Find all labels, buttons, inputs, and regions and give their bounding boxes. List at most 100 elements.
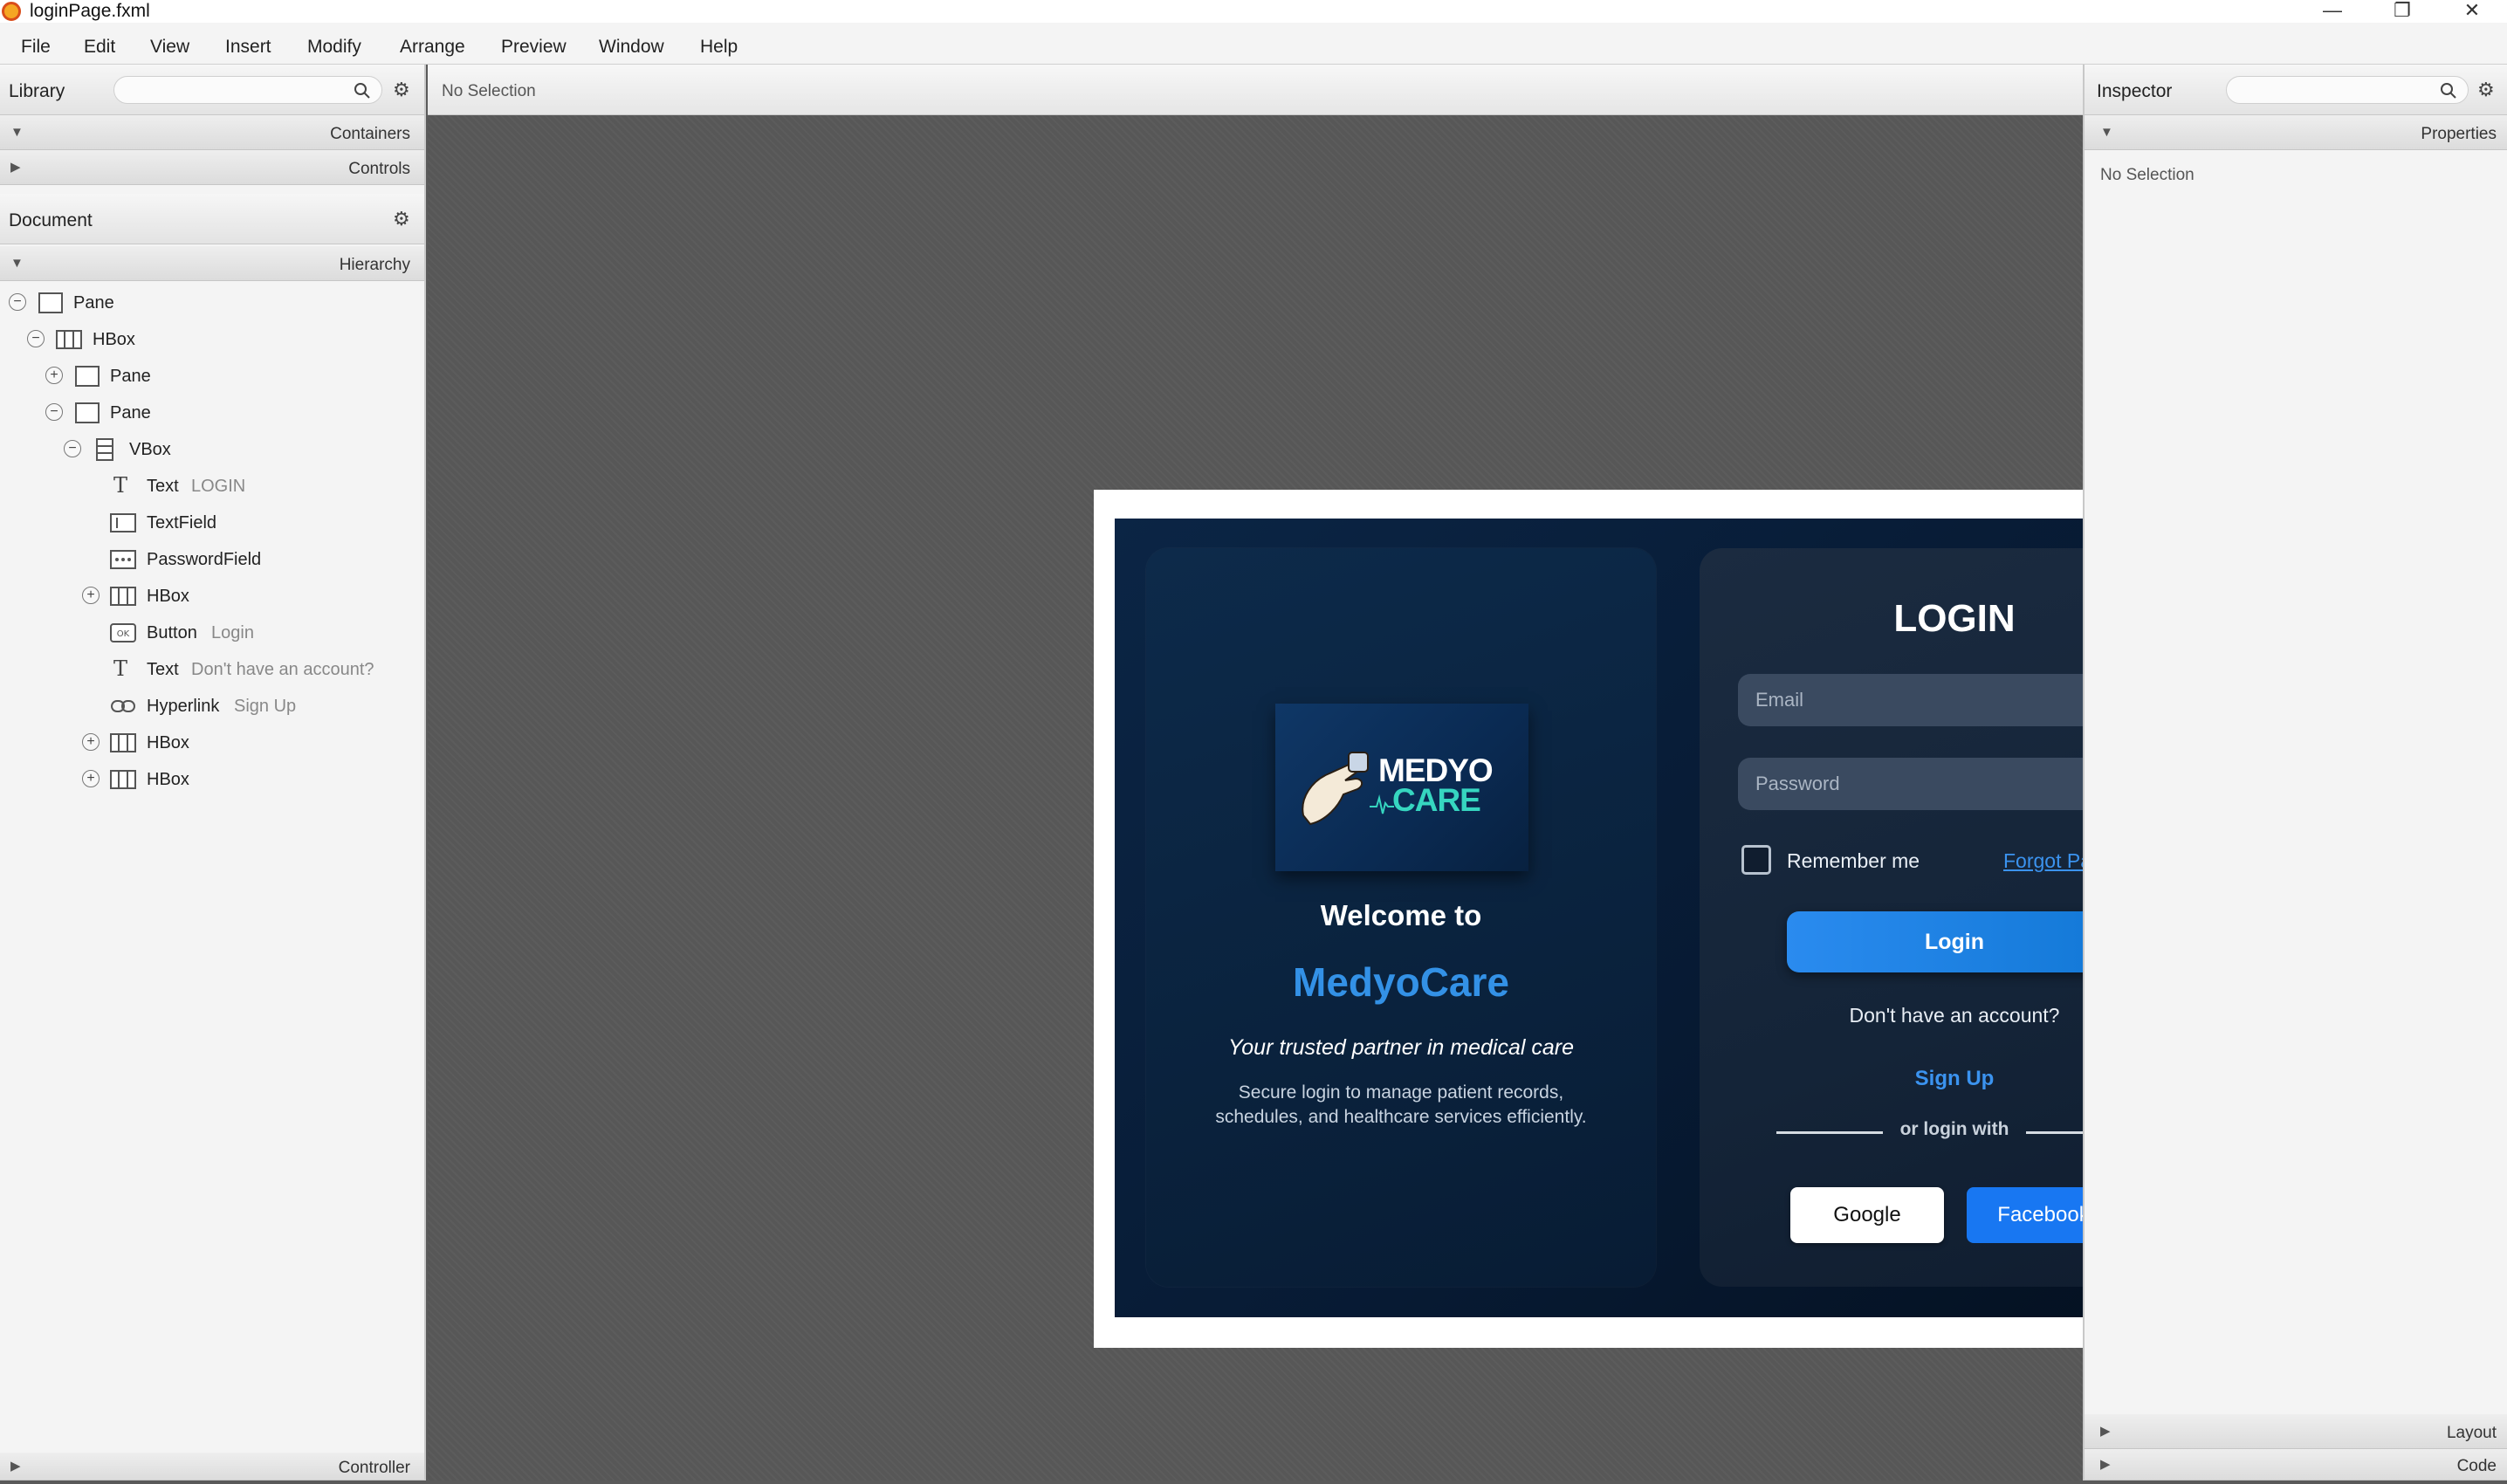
button-icon: OK — [110, 623, 136, 642]
menu-view[interactable]: View — [150, 23, 189, 65]
hbox-icon — [110, 770, 136, 789]
tree-item-detail: Don't have an account? — [191, 660, 374, 679]
layout-section[interactable]: ▶ Layout — [2085, 1414, 2507, 1449]
menu-arrange[interactable]: Arrange — [400, 23, 465, 65]
tree-item-detail: Sign Up — [234, 697, 297, 716]
tree-item-hbox[interactable]: + HBox — [0, 761, 424, 798]
search-icon — [354, 83, 370, 99]
tree-item-pane[interactable]: + Pane — [0, 358, 424, 395]
library-header: Library ⚙ — [0, 65, 424, 115]
tree-item-text[interactable]: T Text Don't have an account? — [0, 651, 424, 688]
library-gear-icon[interactable]: ⚙ — [393, 79, 410, 101]
tree-item-pane[interactable]: − Pane — [0, 285, 424, 321]
collapse-toggle-icon[interactable]: − — [45, 403, 63, 421]
section-label: Code — [2456, 1457, 2497, 1475]
expand-toggle-icon[interactable]: + — [82, 770, 100, 787]
tree-item-hbox[interactable]: − HBox — [0, 321, 424, 358]
logo-text-care: CARE — [1392, 782, 1481, 818]
tree-item-hyperlink[interactable]: Hyperlink Sign Up — [0, 688, 424, 725]
close-icon[interactable]: ✕ — [2437, 0, 2507, 23]
menu-modify[interactable]: Modify — [307, 23, 361, 65]
svg-text:OK: OK — [117, 629, 130, 639]
hbox-icon — [110, 733, 136, 752]
selection-label: No Selection — [442, 82, 536, 100]
tree-item-name: HBox — [147, 587, 189, 606]
minimize-icon[interactable]: — — [2298, 0, 2367, 23]
document-header: Document ⚙ — [0, 194, 424, 244]
tree-item-name: HBox — [93, 330, 135, 349]
google-login-button[interactable]: Google — [1790, 1187, 1944, 1243]
tree-item-text[interactable]: T Text LOGIN — [0, 468, 424, 505]
menu-insert[interactable]: Insert — [225, 23, 271, 65]
welcome-card: MEDYO CARE Welcome to MedyoCare Your tru… — [1146, 548, 1656, 1287]
menu-file[interactable]: File — [21, 23, 51, 65]
search-icon — [2441, 83, 2456, 99]
design-canvas[interactable]: MEDYO CARE Welcome to MedyoCare Your tru… — [428, 115, 2270, 1481]
pane-icon — [75, 402, 100, 423]
section-label: Layout — [2446, 1424, 2497, 1442]
restore-icon[interactable]: ❐ — [2367, 0, 2437, 23]
collapse-toggle-icon[interactable]: − — [27, 330, 45, 347]
medyocare-logo: MEDYO CARE — [1275, 704, 1528, 871]
tree-item-hbox[interactable]: + HBox — [0, 725, 424, 761]
tree-item-pane[interactable]: − Pane — [0, 395, 424, 431]
tree-item-name: Text — [147, 477, 179, 496]
tree-item-name: Button — [147, 623, 197, 642]
menu-edit[interactable]: Edit — [84, 23, 115, 65]
menu-preview[interactable]: Preview — [501, 23, 567, 65]
hierarchy-tree: − Pane − HBox + Pane − Pane − VBox T Tex… — [0, 285, 424, 669]
library-section-controls[interactable]: ▶ Controls — [0, 150, 424, 185]
menu-bar: File Edit View Insert Modify Arrange Pre… — [0, 23, 2507, 65]
textfield-icon — [110, 513, 136, 532]
password-placeholder: Password — [1755, 773, 1840, 794]
passwordfield-icon — [110, 550, 136, 569]
content-header: No Selection — [428, 65, 2083, 115]
expand-toggle-icon[interactable]: + — [82, 587, 100, 604]
inspector-gear-icon[interactable]: ⚙ — [2477, 79, 2495, 101]
expand-triangle-icon: ▶ — [10, 1459, 21, 1474]
pane-icon — [75, 366, 100, 387]
tree-item-vbox[interactable]: − VBox — [0, 431, 424, 468]
document-gear-icon[interactable]: ⚙ — [393, 208, 410, 230]
hierarchy-tree-continued: T Text Don't have an account? Hyperlink … — [0, 651, 424, 808]
menu-window[interactable]: Window — [599, 23, 664, 65]
tree-item-name: VBox — [129, 440, 171, 459]
document-title: Document — [9, 210, 93, 230]
collapse-toggle-icon[interactable]: − — [64, 440, 81, 457]
menu-help[interactable]: Help — [700, 23, 738, 65]
section-label: Controller — [338, 1459, 410, 1477]
hyperlink-icon — [111, 700, 135, 712]
inspector-search-input[interactable] — [2226, 76, 2469, 104]
tree-item-name: Pane — [110, 403, 151, 423]
description-line-2: schedules, and healthcare services effic… — [1215, 1107, 1587, 1127]
expand-triangle-icon: ▶ — [2100, 1424, 2111, 1439]
tree-item-textfield[interactable]: TextField — [0, 505, 424, 541]
left-panel: Library ⚙ ▼ Containers ▶ Controls Docume… — [0, 65, 426, 1481]
welcome-text: Welcome to — [1320, 899, 1482, 931]
inspector-header: Inspector ⚙ — [2085, 65, 2507, 115]
properties-section[interactable]: ▼ Properties — [2085, 115, 2507, 150]
expand-toggle-icon[interactable]: + — [45, 367, 63, 384]
collapse-toggle-icon[interactable]: − — [9, 293, 26, 311]
expand-triangle-icon: ▶ — [2100, 1457, 2111, 1472]
code-section[interactable]: ▶ Code — [2085, 1449, 2507, 1481]
expand-toggle-icon[interactable]: + — [82, 733, 100, 751]
hand-pill-icon — [1302, 752, 1369, 826]
hbox-icon — [110, 587, 136, 606]
hierarchy-section[interactable]: ▼ Hierarchy — [0, 246, 424, 281]
library-search-input[interactable] — [113, 76, 382, 104]
tree-item-button[interactable]: OK Button Login — [0, 615, 424, 651]
controller-section[interactable]: ▶ Controller — [0, 1453, 424, 1481]
tree-item-passwordfield[interactable]: PasswordField — [0, 541, 424, 578]
vbox-icon — [96, 438, 113, 461]
login-button[interactable]: Login — [1787, 911, 2122, 972]
tagline: Your trusted partner in medical care — [1227, 1035, 1575, 1060]
tree-item-name: HBox — [147, 733, 189, 752]
remember-me-checkbox[interactable] — [1741, 845, 1771, 875]
tree-item-name: Pane — [110, 367, 151, 386]
tree-item-hbox[interactable]: + HBox — [0, 578, 424, 615]
inspector-panel: Inspector ⚙ ▼ Properties No Selection ▶ … — [2083, 65, 2507, 1481]
expand-triangle-icon: ▶ — [10, 160, 21, 175]
text-icon: T — [113, 656, 128, 681]
library-section-containers[interactable]: ▼ Containers — [0, 115, 424, 150]
